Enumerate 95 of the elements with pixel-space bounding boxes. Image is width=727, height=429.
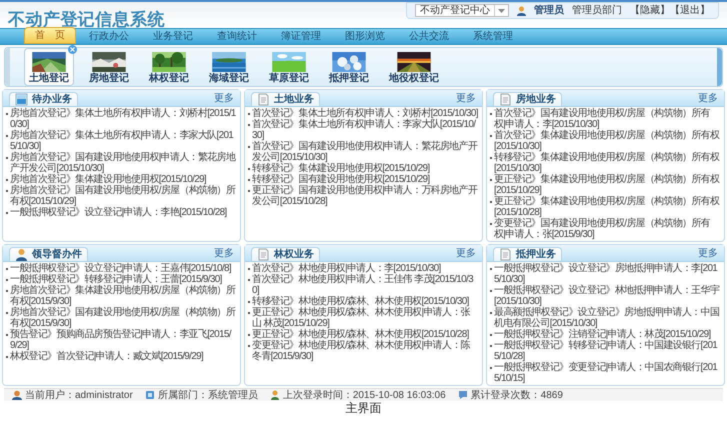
task-link[interactable]: 转移登记》国有建设用地使用权[2015/10/29] — [252, 174, 430, 185]
task-link[interactable]: 首次登记》林地使用权|申请人：王佳伟 李茂[2015/10/30] — [252, 274, 479, 296]
task-link[interactable]: 转移登记》集体建设用地使用权[2015/10/29] — [252, 163, 430, 174]
task-link[interactable]: 变更登记》国有建设用地使用权/房屋（构筑物）所有权|申请人：张[2015/9/30] — [494, 218, 721, 240]
panel-title: 土地业务 — [274, 94, 314, 105]
status-text: 累计登录次数：4869 — [470, 390, 563, 400]
center-select[interactable]: 不动产登记中心 — [415, 4, 509, 17]
nav-tab[interactable]: 查询统计 — [206, 29, 268, 44]
more-link[interactable]: 更多 — [698, 248, 718, 259]
shortcut-label: 房地登记 — [89, 73, 129, 84]
task-link[interactable]: 转移登记》集体建设用地使用权/房屋（构筑物）所有权[2015/10/30] — [494, 152, 721, 174]
task-link[interactable]: 首次登记》国有建设用地使用权/房屋（构筑物）所有权|申请人：李[2015/10/30] — [494, 108, 721, 130]
nav-tab[interactable]: 业务登记 — [142, 29, 204, 44]
task-link[interactable]: 一般抵押权登记》设立登记|申请人：李艳[2015/10/28] — [10, 207, 227, 218]
panel-title: 抵押业务 — [516, 249, 556, 260]
more-link[interactable]: 更多 — [456, 93, 476, 104]
document-icon — [499, 248, 512, 261]
task-link[interactable]: 一般抵押权登记》设立登记|申请人：王嘉伟[2015/10/8] — [10, 263, 231, 274]
shortcut-label: 草原登记 — [269, 73, 309, 84]
shortcut-tile[interactable]: 草原登记 — [264, 48, 314, 86]
task-link[interactable]: 最高额抵押权登记》设立登记》房地抵押|申请人：中国机电有限公司[2015/10/30] — [494, 307, 721, 329]
task-link[interactable]: 一般抵押权登记》转移登记|申请人：中国建设银行[2015/10/28] — [494, 340, 721, 362]
header-link[interactable]: 【隐藏】 — [630, 3, 670, 18]
task-link[interactable]: 更正登记》集体建设用地使用权/房屋（构筑物）所有权[2015/10/28] — [494, 196, 721, 218]
header-link[interactable]: 【退出】 — [670, 3, 710, 18]
document-icon — [257, 248, 270, 261]
task-link[interactable]: 首次登记》集体土地所有权|申请人：刘桥村[2015/10/30] — [252, 108, 478, 119]
task-link[interactable]: 预告登记》预购商品房预告登记|申请人：李亚飞[2015/9/29] — [10, 329, 237, 351]
status-text: 上次登录时间：2015-10-08 16:03:06 — [282, 390, 446, 400]
task-link[interactable]: 更正登记》林地使用权/森林、林木使用权[2015/10/28] — [252, 329, 469, 340]
task-link[interactable]: 一般抵押权登记》设立登记》林地抵押|申请人：王华宇[2015/10/30] — [494, 285, 721, 307]
user-name: 管理员 — [534, 4, 564, 18]
more-link[interactable]: 更多 — [456, 248, 476, 259]
speech-bubble-icon — [458, 390, 468, 400]
shortcut-label: 土地登记 — [29, 73, 69, 84]
shortcut-tile[interactable]: 地役权登记 — [384, 48, 444, 86]
task-link[interactable]: 转移登记》林地使用权/森林、林木使用权[2015/10/30] — [252, 296, 469, 307]
panel-title: 待办业务 — [32, 94, 72, 105]
shortcut-label: 海域登记 — [209, 73, 249, 84]
scroll-left-button[interactable] — [5, 48, 10, 86]
task-link[interactable]: 一般抵押权登记》转移登记|申请人：王蕾[2015/9/30] — [10, 274, 222, 285]
document-icon — [257, 93, 270, 106]
close-icon[interactable] — [68, 45, 77, 54]
nav-tab[interactable]: 图形浏览 — [334, 29, 396, 44]
task-link[interactable]: 房地首次登记》国有建设用地使用权|申请人：繁花房地产开发公司[2015/10/30] — [10, 152, 237, 174]
task-link[interactable]: 林权登记》首次登记|申请人：臧文斌[2015/9/29] — [10, 351, 204, 362]
nav-tab[interactable]: 系统管理 — [462, 29, 524, 44]
shortcut-tile[interactable]: 抵押登记 — [324, 48, 374, 86]
task-link[interactable]: 首次登记》林地使用权|申请人：李[2015/10/30] — [252, 263, 441, 274]
user-icon — [12, 390, 22, 400]
shortcut-tile[interactable]: 海域登记 — [204, 48, 254, 86]
task-link[interactable]: 首次登记》国有建设用地使用权|申请人：繁花房地产开发公司[2015/10/30] — [252, 141, 479, 163]
app-title: 不动产登记信息系统 — [8, 9, 165, 30]
task-link[interactable]: 房地首次登记》集体建设用地使用权/房屋（构筑物）所有权[2015/9/30] — [10, 285, 237, 307]
task-link[interactable]: 首次登记》集体土地所有权|申请人：李家大队[2015/10/30] — [252, 119, 479, 141]
scroll-right-button[interactable] — [717, 48, 722, 86]
person-icon — [15, 248, 28, 261]
shortcut-tile[interactable]: 土地登记 — [24, 48, 74, 86]
task-link[interactable]: 首次登记》集体建设用地使用权/房屋（构筑物）所有权[2015/10/30] — [494, 130, 721, 152]
task-link[interactable]: 一般抵押权登记》变更登记|申请人：中国农商银行[2015/10/15] — [494, 362, 721, 384]
task-link[interactable]: 变更登记》林地使用权/森林、林木使用权|申请人：陈冬青[2015/9/30] — [252, 340, 479, 362]
document-icon — [499, 93, 512, 106]
more-link[interactable]: 更多 — [214, 93, 234, 104]
shortcut-tile[interactable]: 林权登记 — [144, 48, 194, 86]
department-icon — [144, 390, 155, 400]
task-link[interactable]: 房地首次登记》集体土地所有权|申请人：刘桥村[2015/10/30] — [10, 108, 237, 130]
department-label: 管理员部门 — [572, 4, 622, 18]
more-link[interactable]: 更多 — [214, 248, 234, 259]
user-icon — [517, 6, 526, 16]
nav-tab[interactable]: 簿证管理 — [270, 29, 332, 44]
status-text: 当前用户：administrator — [25, 390, 133, 400]
shortcut-label: 抵押登记 — [329, 73, 369, 84]
more-link[interactable]: 更多 — [698, 93, 718, 104]
panel-title: 林权业务 — [274, 249, 314, 260]
person-icon — [270, 390, 280, 400]
task-link[interactable]: 房地首次登记》集体建设用地使用权[2015/10/29] — [10, 174, 206, 185]
caption: 主界面 — [346, 401, 382, 415]
shortcut-tile[interactable]: 房地登记 — [84, 48, 134, 86]
task-link[interactable]: 更正登记》集体建设用地使用权/房屋（构筑物）所有权[2015/10/29] — [494, 174, 721, 196]
status-text: 所属部门：系统管理员 — [158, 390, 258, 400]
task-link[interactable]: 房地首次登记》国有建设用地使用权/房屋（构筑物）所有权[2015/10/29] — [10, 185, 237, 207]
task-link[interactable]: 更正登记》国有建设用地使用权|申请人：万科房地产开发公司[2015/10/28] — [252, 185, 479, 207]
panel-title: 房地业务 — [516, 94, 556, 105]
task-link[interactable]: 房地首次登记》国有建设用地使用权/房屋（构筑物）所有权[2015/9/30] — [10, 307, 237, 329]
task-link[interactable]: 更正登记》林地使用权/森林、林木使用权|申请人：张山 林茂[2015/10/29] — [252, 307, 479, 329]
dropdown-icon — [498, 8, 505, 12]
nav-tab[interactable]: 公共交流 — [398, 29, 460, 44]
shortcut-label: 地役权登记 — [389, 73, 439, 84]
panel-title: 领导督办件 — [32, 249, 82, 260]
nav-tab[interactable]: 行政办公 — [78, 29, 140, 44]
task-link[interactable]: 房地首次登记》集体土地所有权|申请人：李家大队[2015/10/30] — [10, 130, 237, 152]
nav-tab[interactable]: 首 页 — [24, 27, 76, 44]
shortcut-label: 林权登记 — [149, 73, 189, 84]
task-link[interactable]: 一般抵押权登记》设立登记》房地抵押|申请人：李[2015/10/30] — [494, 263, 721, 285]
task-link[interactable]: 一般抵押权登记》注销登记|申请人：林茂[2015/10/29] — [494, 329, 711, 340]
